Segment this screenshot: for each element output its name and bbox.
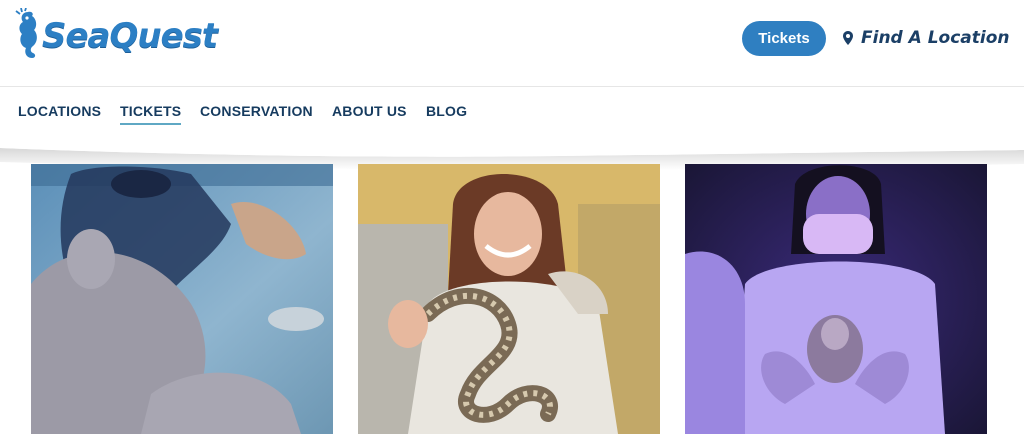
- stingray-touch-photo[interactable]: [31, 164, 333, 434]
- nav-item-tickets[interactable]: TICKETS: [120, 103, 182, 125]
- find-location-link[interactable]: Find A Location: [843, 28, 1010, 48]
- map-pin-icon: [843, 31, 853, 45]
- nav-item-locations[interactable]: LOCATIONS: [18, 103, 101, 119]
- logo-text: SeaQuest: [42, 16, 218, 56]
- masked-person-holding-squirrel-image: [685, 164, 987, 434]
- nav-item-conservation[interactable]: CONSERVATION: [200, 103, 313, 119]
- woman-holding-snake-image: [358, 164, 660, 434]
- main-nav: LOCATIONS TICKETS CONSERVATION ABOUT US …: [0, 87, 1024, 145]
- stingray-touch-image: [31, 164, 333, 434]
- seaquest-logo[interactable]: SeaQuest: [14, 6, 218, 66]
- nav-item-about-us[interactable]: ABOUT US: [332, 103, 407, 119]
- squirrel-photo[interactable]: [685, 164, 987, 434]
- site-header: SeaQuest Tickets Find A Location: [0, 0, 1024, 86]
- nav-item-label: TICKETS: [120, 103, 182, 119]
- tickets-button[interactable]: Tickets: [742, 21, 826, 56]
- nav-item-blog[interactable]: BLOG: [426, 103, 467, 119]
- snake-handling-photo[interactable]: [358, 164, 660, 434]
- nav-item-label: ABOUT US: [332, 103, 407, 119]
- find-location-label: Find A Location: [861, 28, 1010, 48]
- nav-item-label: LOCATIONS: [18, 103, 102, 119]
- active-nav-underline: [120, 123, 182, 125]
- nav-item-label: BLOG: [426, 103, 468, 119]
- seahorse-icon: [15, 8, 37, 59]
- nav-item-label: CONSERVATION: [200, 103, 313, 119]
